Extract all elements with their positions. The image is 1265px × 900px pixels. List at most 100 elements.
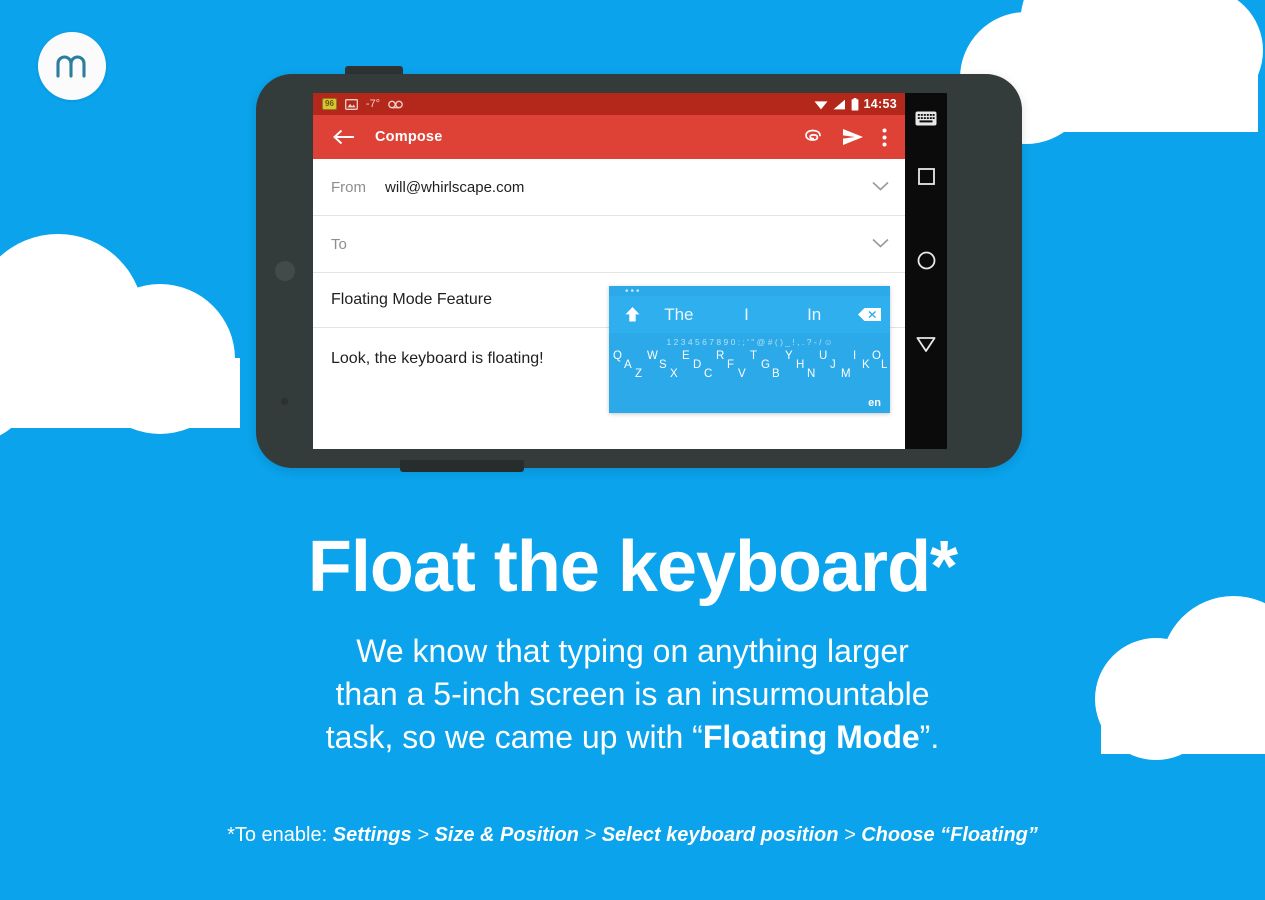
symbol-key-22[interactable]: ? [807,337,812,347]
backspace-icon [857,308,881,321]
letter-key-g[interactable]: G [761,359,770,371]
letter-key-k[interactable]: K [862,359,870,371]
back-triangle-icon [916,336,936,352]
body-line-1: We know that typing on anything larger [356,633,909,669]
symbol-row[interactable]: 1 2 3 4 5 6 7 8 9 0:; ' " @ #() _!,.? - / ☺ [609,333,890,350]
overflow-menu-button[interactable] [882,128,887,147]
symbol-key-16[interactable]: ( [775,337,778,347]
shift-key[interactable] [619,306,645,323]
attach-icon [805,129,821,141]
symbol-key-15[interactable]: # [768,337,773,347]
symbol-key-9[interactable]: 0 [731,337,736,347]
temperature-label: -7° [365,98,381,110]
symbol-key-7[interactable]: 8 [716,337,721,347]
footnote-separator-2: > [578,824,602,846]
from-chevron-down-icon[interactable] [872,178,889,196]
symbol-key-24[interactable]: / [819,337,821,347]
symbol-key-21[interactable]: . [802,337,804,347]
floating-keyboard[interactable]: ••• The I In 1 2 3 4 5 6 7 8 9 0:; ' " @ #() _!,.? - / ☺ … [609,286,890,413]
language-indicator[interactable]: en [868,397,881,409]
symbol-key-8[interactable]: 9 [723,337,728,347]
letter-key-x[interactable]: X [670,368,678,380]
symbol-key-20[interactable]: , [797,337,799,347]
symbol-key-13[interactable]: " [751,337,754,347]
battery-icon [851,97,858,110]
letter-key-i[interactable]: I [853,350,856,362]
body-line-3-emphasis: Floating Mode [702,719,920,755]
symbol-key-18[interactable]: _ [785,337,790,347]
letter-key-h[interactable]: H [796,359,804,371]
to-chevron-down-icon[interactable] [872,235,889,253]
footnote-separator-1: > [411,824,435,846]
letter-key-b[interactable]: B [772,368,780,380]
symbol-key-23[interactable]: - [814,337,817,347]
backspace-key[interactable] [848,307,890,322]
letter-key-a[interactable]: A [624,359,632,371]
letter-key-o[interactable]: O [872,350,881,362]
symbol-key-19[interactable]: ! [792,337,794,347]
letter-key-u[interactable]: U [819,350,827,362]
footnote-prefix: *To enable: [227,824,333,846]
letter-key-v[interactable]: V [738,368,746,380]
letter-key-l[interactable]: L [881,359,887,371]
letter-key-w[interactable]: W [647,350,658,362]
symbol-key-4[interactable]: 5 [695,337,700,347]
page-headline: Float the keyboard* [307,527,958,607]
symbol-key-10[interactable]: : [738,337,740,347]
from-label: From [331,178,366,196]
letter-key-c[interactable]: C [704,368,712,380]
suggestion-3[interactable]: In [780,305,848,325]
letter-key-n[interactable]: N [807,368,815,380]
suggestion-2[interactable]: I [713,305,781,325]
symbol-key-6[interactable]: 7 [709,337,714,347]
letter-key-q[interactable]: Q [613,350,622,362]
symbol-key-12[interactable]: ' [747,337,749,347]
app-bar: Compose [313,115,905,159]
recents-button[interactable] [905,159,947,193]
voicemail-icon [388,100,403,108]
back-nav-button[interactable] [905,327,947,361]
symbol-key-0[interactable]: 1 [666,337,671,347]
body-line-3-pre: task, so we came up with “ [325,719,703,755]
home-button[interactable] [905,243,947,277]
letter-key-f[interactable]: F [727,359,734,371]
front-camera-icon [275,261,295,281]
letter-key-m[interactable]: M [841,368,851,380]
symbol-key-3[interactable]: 4 [688,337,693,347]
back-button[interactable] [333,129,355,145]
home-circle-icon [917,251,935,269]
body-input[interactable]: Look, the keyboard is floating! [331,350,544,367]
letter-key-r[interactable]: R [716,350,724,362]
page-body-copy: We know that typing on anything larger t… [0,630,1265,759]
sensor-dot-icon [281,398,288,405]
letter-key-y[interactable]: Y [785,350,793,362]
symbol-key-2[interactable]: 3 [681,337,686,347]
send-button[interactable] [842,128,864,146]
symbol-key-14[interactable]: @ [757,337,766,347]
subject-input[interactable]: Floating Mode Feature [331,291,492,309]
minuum-logo [38,32,106,100]
letter-key-j[interactable]: J [830,359,836,371]
letter-key-d[interactable]: D [693,359,701,371]
keyboard-icon [915,111,937,125]
letter-key-t[interactable]: T [750,350,757,362]
keyboard-drag-handle[interactable]: ••• [625,287,642,297]
from-value: will@whirlscape.com [385,178,525,196]
to-row[interactable]: To [313,216,905,273]
from-row[interactable]: From will@whirlscape.com [313,159,905,216]
symbol-key-11[interactable]: ; [742,337,744,347]
body-line-3: task, so we came up with “Floating Mode”… [0,716,1265,759]
logo-m-icon [56,55,86,78]
symbol-key-17[interactable]: ) [780,337,783,347]
letter-key-s[interactable]: S [659,359,667,371]
suggestion-1[interactable]: The [645,305,713,325]
symbol-key-1[interactable]: 2 [674,337,679,347]
letter-key-z[interactable]: Z [635,368,642,380]
keyboard-toggle-button[interactable] [905,101,947,135]
letter-row[interactable]: QAZWSXEDCRFVTGBYHNUJMIKOLP [609,350,890,390]
footnote: *To enable: Settings > Size & Position >… [0,824,1265,847]
letter-key-e[interactable]: E [682,350,690,362]
attach-button[interactable] [804,129,824,145]
symbol-key-25[interactable]: ☺ [824,337,833,347]
symbol-key-5[interactable]: 6 [702,337,707,347]
